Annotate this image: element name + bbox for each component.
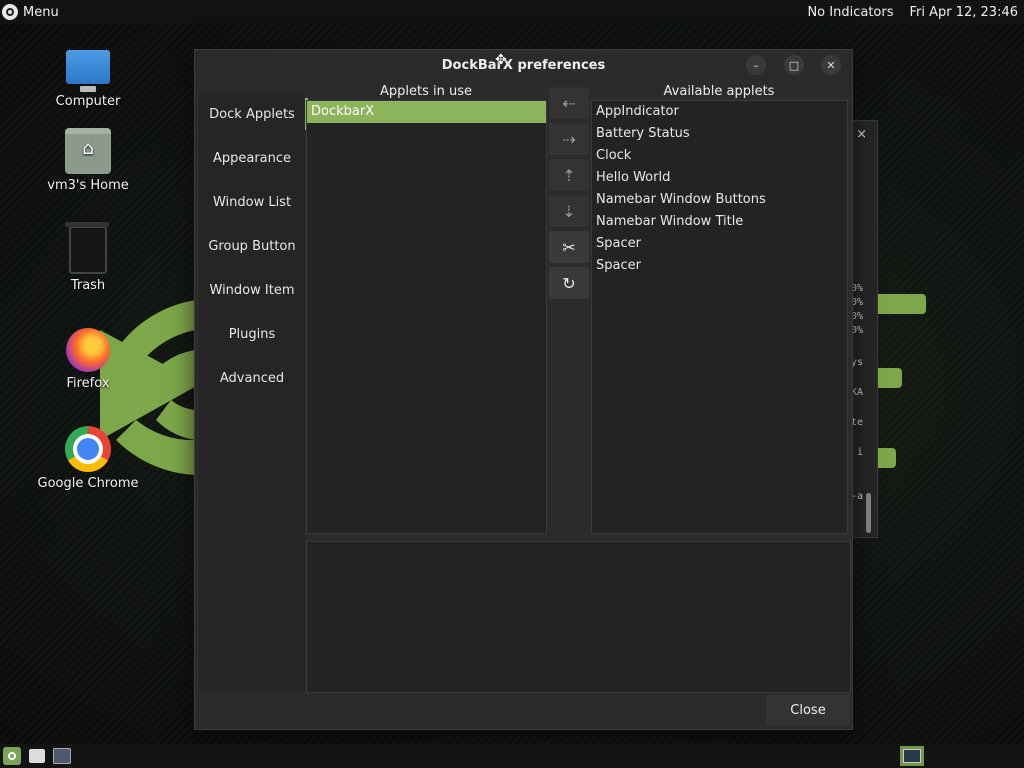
- close-icon: ✕: [826, 58, 836, 72]
- trash-icon: [65, 222, 109, 274]
- dialog-title: DockBarX preferences: [441, 57, 606, 73]
- minimize-button[interactable]: –: [746, 55, 766, 75]
- applet-description-pane: [306, 541, 851, 693]
- close-window-button[interactable]: ✕: [821, 55, 841, 75]
- desktop-icon-label: Firefox: [66, 376, 110, 391]
- menu-logo-icon: [2, 4, 18, 20]
- desktop-icon-label: vm3's Home: [47, 178, 129, 193]
- list-item[interactable]: DockbarX: [307, 101, 546, 123]
- applet-settings-button[interactable]: ✂: [548, 230, 590, 264]
- list-item[interactable]: Clock: [592, 145, 847, 167]
- list-item[interactable]: Spacer: [592, 255, 847, 277]
- arrow-right-icon: ⇢: [562, 129, 576, 149]
- indicators-applet[interactable]: No Indicators: [807, 5, 893, 20]
- tab-dock-applets[interactable]: Dock Applets: [199, 92, 308, 136]
- tab-window-list[interactable]: Window List: [199, 180, 305, 224]
- available-applets-list[interactable]: AppIndicator Battery Status Clock Hello …: [591, 100, 848, 534]
- list-item[interactable]: Namebar Window Buttons: [592, 189, 847, 211]
- preferences-dialog: DockBarX preferences – □ ✕ Dock Applets …: [194, 49, 853, 730]
- desktop-icon-firefox[interactable]: Firefox: [28, 328, 148, 391]
- move-right-button[interactable]: ⇢: [548, 122, 590, 156]
- applets-in-use-header: Applets in use: [379, 84, 472, 99]
- desktop-icon-trash[interactable]: Trash: [28, 222, 148, 293]
- computer-icon: [66, 50, 110, 92]
- arrow-down-icon: ⇣: [562, 201, 576, 221]
- wallpaper-logo-right: [874, 294, 926, 468]
- tab-appearance[interactable]: Appearance: [199, 136, 305, 180]
- dockbarx-tray-icon[interactable]: [900, 746, 924, 766]
- reload-button[interactable]: ↻: [548, 266, 590, 300]
- close-button[interactable]: Close: [765, 693, 851, 727]
- applets-in-use-list[interactable]: DockbarX: [306, 100, 547, 534]
- tab-group-button[interactable]: Group Button: [199, 224, 305, 268]
- home-folder-icon: [65, 128, 111, 174]
- desktop-icon-label: Trash: [70, 278, 106, 293]
- list-item[interactable]: Battery Status: [592, 123, 847, 145]
- bottom-taskbar: [0, 744, 1024, 768]
- move-left-button[interactable]: ⇠: [548, 86, 590, 120]
- firefox-icon: [66, 328, 110, 372]
- maximize-icon: □: [788, 58, 800, 72]
- background-window-scrollbar[interactable]: [866, 493, 871, 533]
- desktop-icon-chrome[interactable]: Google Chrome: [28, 426, 148, 491]
- move-down-button[interactable]: ⇣: [548, 194, 590, 228]
- chrome-icon: [65, 426, 111, 472]
- background-window-text: i: [856, 447, 863, 458]
- arrow-up-icon: ⇡: [562, 165, 576, 185]
- arrow-left-icon: ⇠: [562, 93, 576, 113]
- desktop-icon-home[interactable]: vm3's Home: [28, 128, 148, 193]
- list-item[interactable]: Hello World: [592, 167, 847, 189]
- list-item[interactable]: Namebar Window Title: [592, 211, 847, 233]
- menu-button[interactable]: Menu: [0, 0, 59, 24]
- move-cursor-icon: ✥: [495, 52, 507, 68]
- clock-applet[interactable]: Fri Apr 12, 23:46: [909, 5, 1018, 20]
- minimize-icon: –: [753, 58, 759, 72]
- show-desktop-icon[interactable]: [29, 749, 45, 763]
- tab-advanced[interactable]: Advanced: [199, 356, 305, 400]
- list-item[interactable]: Spacer: [592, 233, 847, 255]
- desktop-icon-label: Computer: [55, 94, 121, 109]
- background-window-close-icon[interactable]: ×: [856, 127, 867, 142]
- terminal-icon[interactable]: [53, 748, 71, 764]
- available-applets-header: Available applets: [663, 84, 775, 99]
- desktop-icon-label: Google Chrome: [37, 476, 139, 491]
- settings-tools-icon: ✂: [562, 237, 576, 257]
- menu-label: Menu: [23, 4, 59, 20]
- move-up-button[interactable]: ⇡: [548, 158, 590, 192]
- taskbar-menu-icon[interactable]: [3, 747, 21, 765]
- tab-plugins[interactable]: Plugins: [199, 312, 305, 356]
- top-panel: Menu No Indicators Fri Apr 12, 23:46: [0, 0, 1024, 24]
- refresh-icon: ↻: [562, 273, 576, 293]
- maximize-button[interactable]: □: [784, 55, 804, 75]
- tab-window-item[interactable]: Window Item: [199, 268, 305, 312]
- preferences-sidebar: Dock Applets Appearance Window List Grou…: [199, 92, 308, 692]
- desktop-icon-computer[interactable]: Computer: [28, 50, 148, 109]
- list-item[interactable]: AppIndicator: [592, 101, 847, 123]
